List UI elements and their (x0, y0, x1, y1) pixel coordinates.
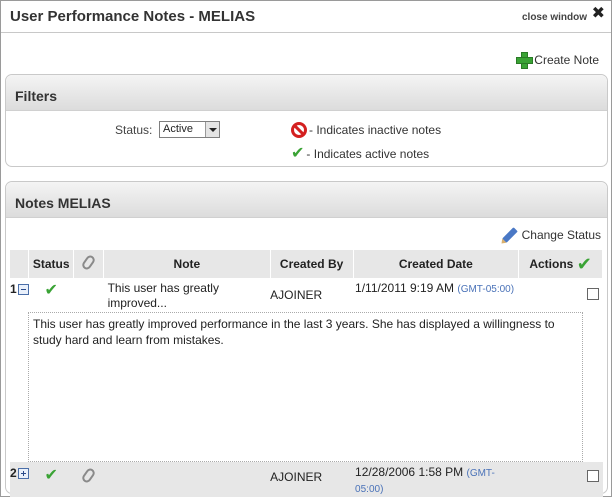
note-detail: This user has greatly improved performan… (28, 312, 583, 462)
status-filter-label: Status: (115, 123, 153, 137)
row-select-checkbox[interactable] (586, 470, 599, 482)
paperclip-icon[interactable] (80, 466, 97, 485)
window-title: User Performance Notes - MELIAS (10, 8, 256, 25)
timezone-link[interactable]: GMT-05:00 (461, 284, 511, 295)
expand-icon[interactable] (17, 467, 29, 479)
collapse-icon[interactable] (17, 283, 29, 295)
note-cell (103, 462, 271, 497)
status-filter-value: Active (163, 123, 193, 135)
status-filter-select[interactable]: Active (159, 121, 220, 138)
table-header-row: Status Note Created By Created Date Acti… (10, 250, 603, 278)
legend-inactive: - Indicates inactive notes (291, 122, 441, 138)
create-note-label: Create Note (534, 52, 599, 67)
col-created-date[interactable]: Created Date (353, 250, 520, 278)
note-detail-row: This user has greatly improved performan… (10, 312, 603, 462)
active-status-icon: ✔ (44, 282, 58, 299)
created-date: 1/11/2011 9:19 AM (355, 281, 455, 295)
notes-heading: Notes MELIAS (6, 182, 607, 218)
created-date-cell: 1/11/2011 9:19 AM (GMT-05:00) (355, 281, 515, 295)
table-row: 1 ✔ This user has greatly improved... AJ… (10, 278, 603, 312)
inactive-icon (291, 122, 307, 138)
actions-cell (519, 278, 603, 312)
performance-notes-window: User Performance Notes - MELIAS close wi… (0, 0, 612, 497)
created-by-cell: AJOINER (270, 288, 323, 302)
notes-panel: Notes MELIAS Change Status Status Note C… (5, 181, 608, 497)
col-number (10, 250, 30, 278)
create-note-button[interactable]: Create Note (516, 52, 599, 69)
row-select-checkbox[interactable] (586, 288, 599, 300)
dropdown-arrow-icon[interactable] (205, 122, 219, 137)
change-status-button[interactable]: Change Status (501, 227, 601, 243)
col-note[interactable]: Note (103, 250, 271, 278)
actions-cell (518, 462, 603, 497)
note-cell: This user has greatly improved... (104, 278, 271, 312)
filters-heading: Filters (6, 75, 607, 111)
created-date: 12/28/2006 1:58 PM (355, 465, 464, 479)
paperclip-icon (80, 253, 97, 272)
notes-table: Status Note Created By Created Date Acti… (10, 250, 603, 497)
table-row: 2 ✔ AJOINER 12/28/2006 1:58 PM (GMT-05:0… (10, 462, 603, 497)
active-status-icon: ✔ (44, 467, 58, 484)
change-status-label: Change Status (521, 228, 601, 242)
legend-active: ✔ - Indicates active notes (291, 146, 429, 162)
col-created-by[interactable]: Created By (270, 250, 354, 278)
col-actions: Actions ✔ (518, 250, 603, 278)
status-cell: ✔ (29, 278, 74, 312)
attachment-cell (73, 462, 104, 497)
row-number: 1 (10, 282, 17, 296)
col-attachment (73, 250, 105, 278)
created-by-cell: AJOINER (270, 462, 354, 497)
active-check-icon: ✔ (291, 145, 305, 162)
note-preview: This user has greatly improved... (107, 281, 219, 310)
actions-label: Actions (529, 257, 574, 271)
row-number: 2 (10, 466, 17, 480)
filters-panel: Filters Status: Active - Indicates inact… (5, 74, 608, 167)
legend-inactive-text: - Indicates inactive notes (309, 123, 442, 137)
row-number-cell: 2 (10, 462, 29, 497)
select-all-check-icon[interactable]: ✔ (577, 255, 592, 273)
col-status[interactable]: Status (28, 250, 75, 278)
status-cell: ✔ (28, 462, 74, 497)
legend-active-text: - Indicates active notes (306, 147, 430, 161)
attachment-cell (74, 278, 104, 312)
row-number-cell: 1 (10, 278, 29, 312)
created-date-cell: 12/28/2006 1:58 PM (GMT-05:00) (353, 462, 519, 497)
title-bar: User Performance Notes - MELIAS close wi… (1, 1, 611, 33)
close-icon[interactable]: ✖ (592, 6, 605, 22)
close-window-link[interactable]: close window (522, 12, 587, 23)
pencil-icon (501, 227, 518, 243)
plus-icon (516, 52, 534, 69)
